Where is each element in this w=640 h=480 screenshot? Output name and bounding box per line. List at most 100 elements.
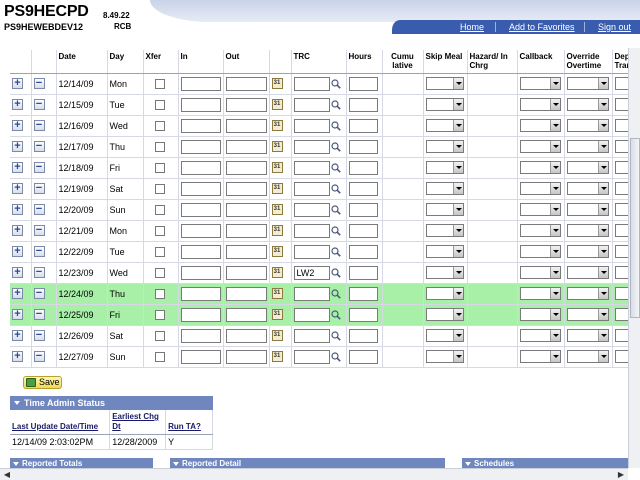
add-row-button[interactable]: +	[12, 288, 23, 300]
xfer-checkbox[interactable]	[154, 351, 165, 362]
override-overtime-select[interactable]	[566, 203, 609, 216]
add-row-button[interactable]: +	[12, 120, 23, 132]
skip-meal-select[interactable]	[425, 350, 464, 363]
dropdown-arrow-icon[interactable]	[597, 120, 608, 131]
trc-input[interactable]	[293, 349, 330, 364]
remove-row-button[interactable]: −	[33, 183, 45, 195]
dropdown-arrow-icon[interactable]	[452, 183, 463, 194]
callback-select[interactable]	[519, 119, 561, 132]
dep-tran-select[interactable]	[614, 287, 628, 300]
trc-lookup-icon[interactable]	[330, 351, 341, 362]
dep-tran-select[interactable]	[614, 224, 628, 237]
remove-row-button[interactable]: −	[33, 78, 45, 90]
hours-input[interactable]	[348, 118, 378, 133]
trc-lookup-icon[interactable]	[330, 309, 341, 320]
calendar-icon[interactable]: 31	[271, 330, 283, 342]
dropdown-arrow-icon[interactable]	[549, 225, 560, 236]
scroll-right-arrow-icon[interactable]: ▶	[616, 470, 626, 480]
calendar-icon[interactable]: 31	[271, 78, 283, 90]
dropdown-arrow-icon[interactable]	[452, 288, 463, 299]
out-time-input[interactable]	[225, 349, 267, 364]
dropdown-arrow-icon[interactable]	[597, 288, 608, 299]
trc-input[interactable]	[293, 328, 330, 343]
trc-input[interactable]	[293, 223, 330, 238]
callback-select[interactable]	[519, 266, 561, 279]
remove-row-button[interactable]: −	[33, 246, 45, 258]
reported-totals-panel[interactable]: Reported Totals	[10, 458, 153, 468]
out-time-input[interactable]	[225, 223, 267, 238]
dropdown-arrow-icon[interactable]	[549, 267, 560, 278]
xfer-checkbox[interactable]	[154, 183, 165, 194]
calendar-icon[interactable]: 31	[271, 351, 283, 363]
hours-input[interactable]	[348, 349, 378, 364]
hours-input[interactable]	[348, 223, 378, 238]
dropdown-arrow-icon[interactable]	[452, 78, 463, 89]
in-time-input[interactable]	[180, 328, 221, 343]
in-time-input[interactable]	[180, 307, 221, 322]
add-row-button[interactable]: +	[12, 99, 23, 111]
dropdown-arrow-icon[interactable]	[549, 246, 560, 257]
skip-meal-select[interactable]	[425, 140, 464, 153]
hours-input[interactable]	[348, 139, 378, 154]
dropdown-arrow-icon[interactable]	[452, 162, 463, 173]
dropdown-arrow-icon[interactable]	[549, 141, 560, 152]
override-overtime-select[interactable]	[566, 308, 609, 321]
calendar-icon[interactable]: 31	[271, 225, 283, 237]
skip-meal-select[interactable]	[425, 77, 464, 90]
skip-meal-select[interactable]	[425, 329, 464, 342]
override-overtime-select[interactable]	[566, 161, 609, 174]
trc-input[interactable]	[293, 181, 330, 196]
in-time-input[interactable]	[180, 139, 221, 154]
trc-lookup-icon[interactable]	[330, 204, 341, 215]
skip-meal-select[interactable]	[425, 245, 464, 258]
add-row-button[interactable]: +	[12, 204, 23, 216]
dropdown-arrow-icon[interactable]	[597, 246, 608, 257]
trc-lookup-icon[interactable]	[330, 246, 341, 257]
dropdown-arrow-icon[interactable]	[452, 99, 463, 110]
dropdown-arrow-icon[interactable]	[597, 225, 608, 236]
dropdown-arrow-icon[interactable]	[597, 162, 608, 173]
dropdown-arrow-icon[interactable]	[452, 267, 463, 278]
hours-input[interactable]	[348, 286, 378, 301]
calendar-icon[interactable]: 31	[271, 288, 283, 300]
out-time-input[interactable]	[225, 307, 267, 322]
callback-select[interactable]	[519, 245, 561, 258]
callback-select[interactable]	[519, 287, 561, 300]
remove-row-button[interactable]: −	[33, 162, 45, 174]
dropdown-arrow-icon[interactable]	[549, 204, 560, 215]
calendar-icon[interactable]: 31	[271, 309, 283, 321]
callback-select[interactable]	[519, 224, 561, 237]
override-overtime-select[interactable]	[566, 329, 609, 342]
remove-row-button[interactable]: −	[33, 267, 45, 279]
dropdown-arrow-icon[interactable]	[549, 183, 560, 194]
last-update-column-header[interactable]: Last Update Date/Time	[10, 410, 111, 435]
in-time-input[interactable]	[180, 202, 221, 217]
sign-out-link[interactable]: Sign out	[598, 22, 631, 32]
override-overtime-select[interactable]	[566, 98, 609, 111]
dep-tran-select[interactable]	[614, 140, 628, 153]
hours-input[interactable]	[348, 202, 378, 217]
add-row-button[interactable]: +	[12, 351, 23, 363]
vertical-scroll-thumb[interactable]	[630, 138, 640, 318]
hours-input[interactable]	[348, 265, 378, 280]
remove-row-button[interactable]: −	[33, 351, 45, 363]
hours-input[interactable]	[348, 76, 378, 91]
out-time-input[interactable]	[225, 328, 267, 343]
override-overtime-select[interactable]	[566, 182, 609, 195]
skip-meal-select[interactable]	[425, 224, 464, 237]
trc-lookup-icon[interactable]	[330, 183, 341, 194]
add-row-button[interactable]: +	[12, 330, 23, 342]
xfer-checkbox[interactable]	[154, 162, 165, 173]
remove-row-button[interactable]: −	[33, 330, 45, 342]
trc-input[interactable]	[293, 160, 330, 175]
dropdown-arrow-icon[interactable]	[549, 162, 560, 173]
override-overtime-select[interactable]	[566, 266, 609, 279]
dropdown-arrow-icon[interactable]	[597, 267, 608, 278]
dropdown-arrow-icon[interactable]	[452, 204, 463, 215]
time-admin-status-header[interactable]: Time Admin Status	[10, 396, 213, 410]
add-row-button[interactable]: +	[12, 309, 23, 321]
trc-input[interactable]	[293, 118, 330, 133]
xfer-checkbox[interactable]	[154, 225, 165, 236]
remove-row-button[interactable]: −	[33, 204, 45, 216]
dropdown-arrow-icon[interactable]	[597, 351, 608, 362]
